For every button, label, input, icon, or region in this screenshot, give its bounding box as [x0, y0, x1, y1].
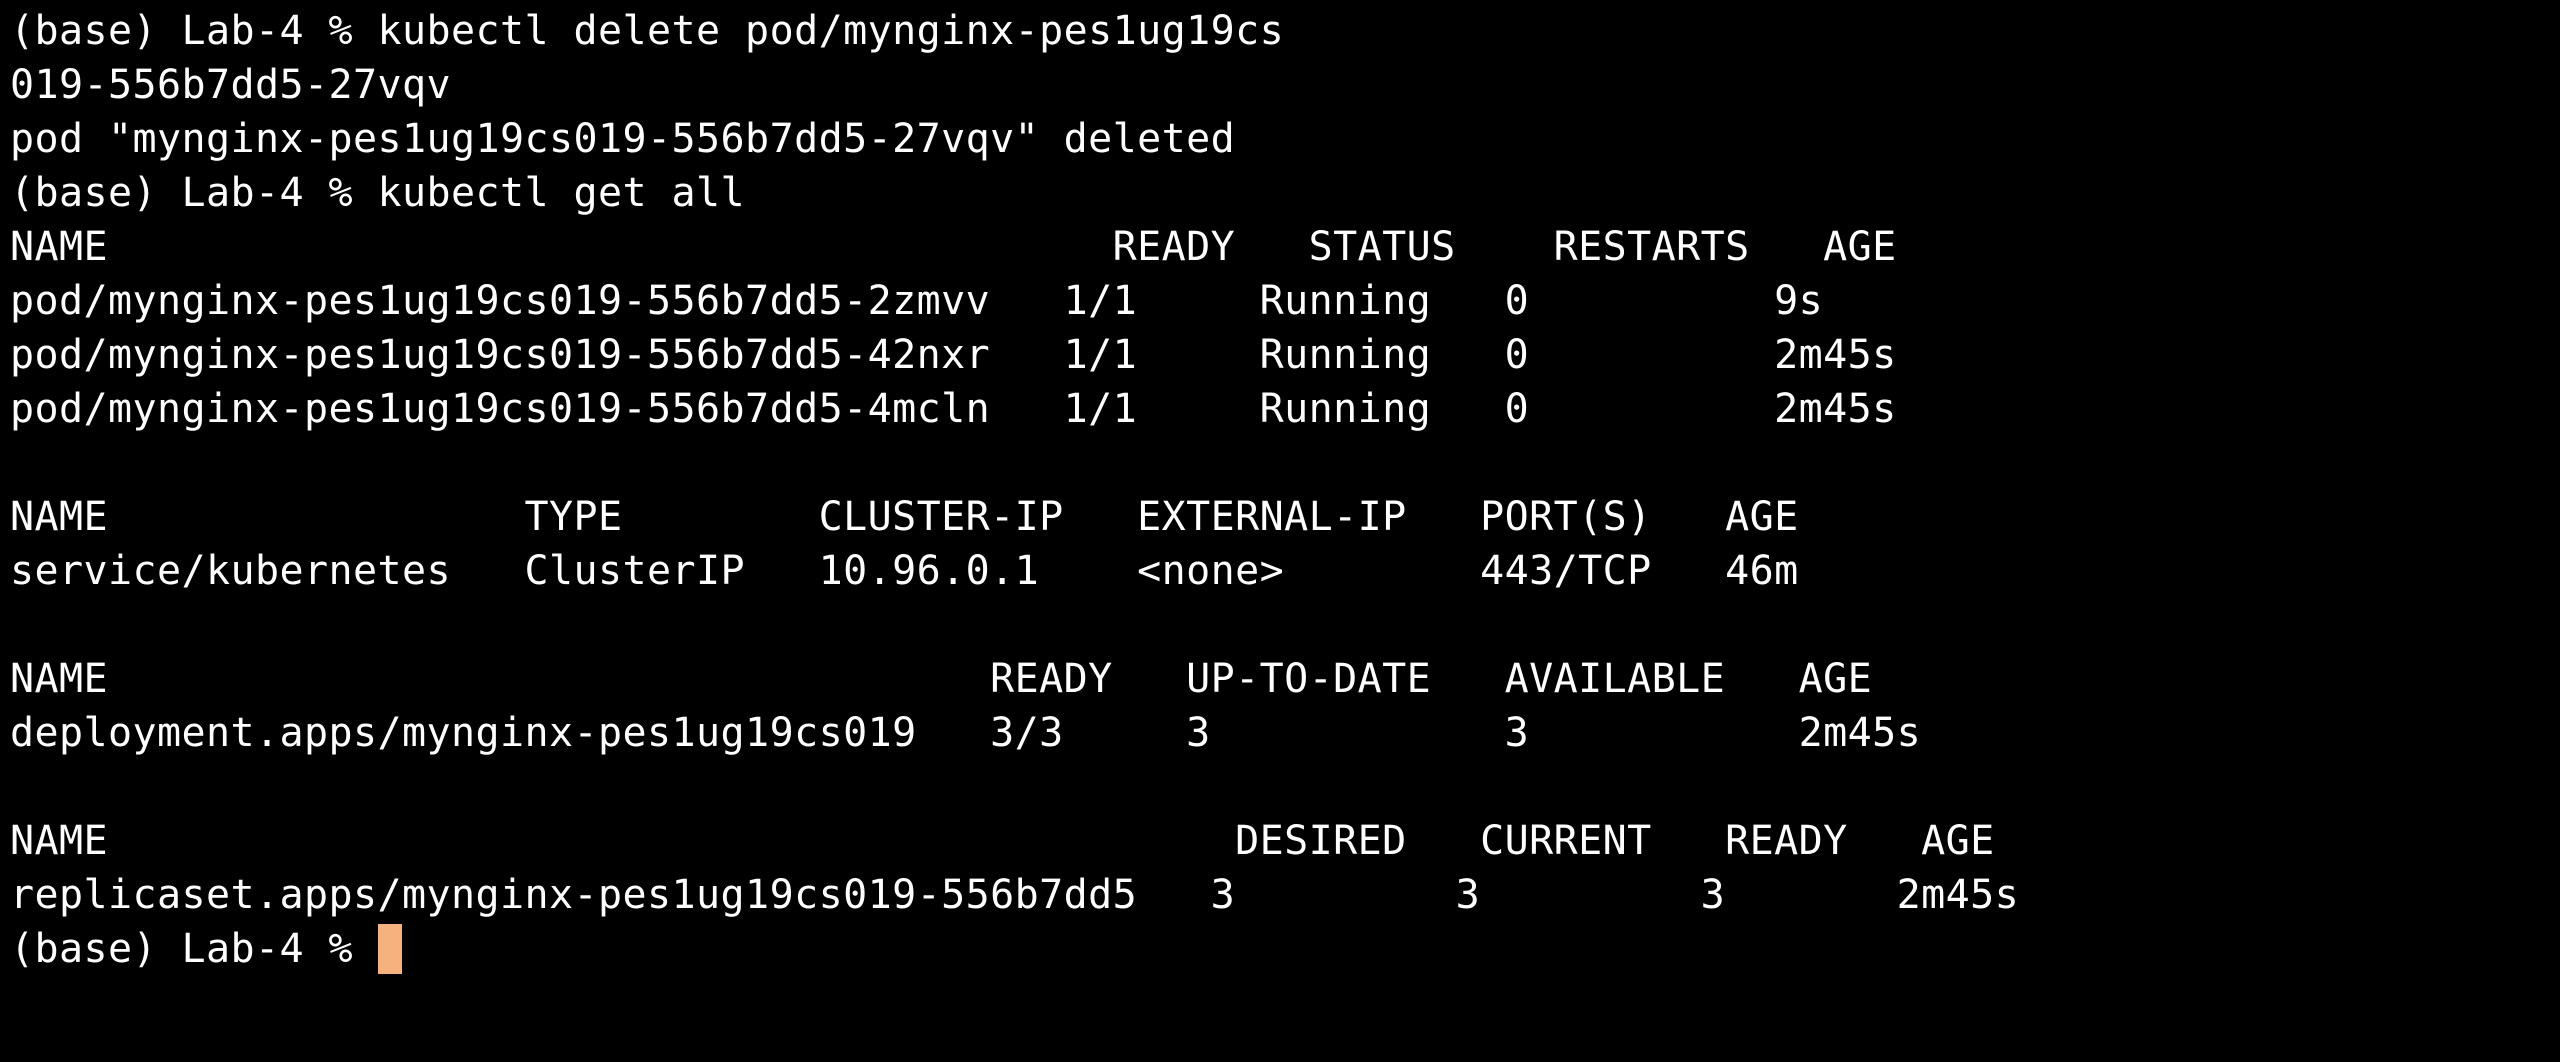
output-line: pod "mynginx-pes1ug19cs019-556b7dd5-27vq…: [10, 116, 1236, 162]
pods-table-header: NAME READY STATUS RESTARTS AGE: [10, 224, 1897, 270]
command-line: (base) Lab-4 % kubectl delete pod/myngin…: [10, 8, 1285, 54]
pods-table-row: pod/mynginx-pes1ug19cs019-556b7dd5-4mcln…: [10, 386, 1897, 432]
services-table-row: service/kubernetes ClusterIP 10.96.0.1 <…: [10, 548, 1799, 594]
text-cursor: [377, 924, 402, 974]
replicasets-table-row: replicaset.apps/mynginx-pes1ug19cs019-55…: [10, 872, 2020, 918]
deployments-table-row: deployment.apps/mynginx-pes1ug19cs019 3/…: [10, 710, 1922, 756]
terminal-window[interactable]: (base) Lab-4 % kubectl delete pod/myngin…: [10, 4, 2550, 1054]
replicasets-table-header: NAME DESIRED CURRENT READY AGE: [10, 818, 1995, 864]
pods-table-row: pod/mynginx-pes1ug19cs019-556b7dd5-42nxr…: [10, 332, 1897, 378]
deployments-table-header: NAME READY UP-TO-DATE AVAILABLE AGE: [10, 656, 1873, 702]
shell-prompt: (base) Lab-4 %: [10, 926, 378, 972]
active-prompt-line[interactable]: (base) Lab-4 %: [10, 922, 2550, 976]
pods-table-row: pod/mynginx-pes1ug19cs019-556b7dd5-2zmvv…: [10, 278, 1824, 324]
command-line: (base) Lab-4 % kubectl get all: [10, 170, 746, 216]
command-line-wrap: 019-556b7dd5-27vqv: [10, 62, 452, 108]
services-table-header: NAME TYPE CLUSTER-IP EXTERNAL-IP PORT(S)…: [10, 494, 1799, 540]
